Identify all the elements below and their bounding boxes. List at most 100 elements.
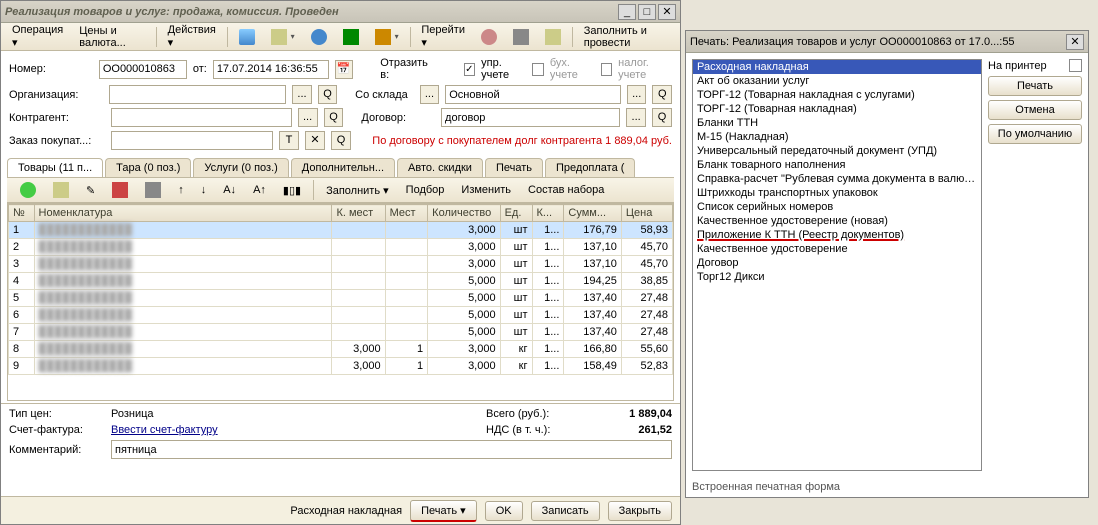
- org-select-icon[interactable]: ...: [292, 85, 312, 104]
- down-icon[interactable]: ↓: [194, 181, 214, 199]
- order-x-icon[interactable]: ✕: [305, 131, 325, 150]
- basis-icon[interactable]: [368, 26, 406, 48]
- print-form-item[interactable]: Качественное удостоверение: [693, 242, 981, 256]
- invoice-link[interactable]: Ввести счет-фактуру: [111, 424, 218, 436]
- print-form-item[interactable]: Торг12 Дикси: [693, 270, 981, 284]
- counterparty-select-icon[interactable]: ...: [298, 108, 318, 127]
- copy-row-icon[interactable]: [46, 179, 76, 201]
- print-form-item[interactable]: Договор: [693, 256, 981, 270]
- tab-goods[interactable]: Товары (11 п...: [7, 158, 103, 177]
- actions-menu[interactable]: Действия ▾: [161, 21, 223, 52]
- dlg-print-button[interactable]: Печать: [988, 76, 1082, 96]
- col-header[interactable]: Цена: [621, 205, 672, 222]
- tab-print[interactable]: Печать: [485, 158, 543, 177]
- settings-icon[interactable]: [138, 179, 168, 201]
- print-forms-list[interactable]: Расходная накладнаяАкт об оказании услуг…: [692, 59, 982, 471]
- org-field[interactable]: [109, 85, 287, 104]
- table-row[interactable]: 7████████████5,000шт1...137,4027,48: [9, 324, 673, 341]
- warehouse-field[interactable]: [445, 85, 621, 104]
- table-row[interactable]: 9████████████3,00013,000кг1...158,4952,8…: [9, 358, 673, 375]
- date-field[interactable]: [213, 60, 329, 79]
- col-header[interactable]: Ед.: [500, 205, 532, 222]
- grid-edit-button[interactable]: Изменить: [454, 181, 518, 199]
- org-open-icon[interactable]: Q: [318, 85, 338, 104]
- contract-field[interactable]: [441, 108, 620, 127]
- print-form-item[interactable]: М-15 (Накладная): [693, 130, 981, 144]
- grid-select-button[interactable]: Подбор: [399, 181, 452, 199]
- footer-rn-link[interactable]: Расходная накладная: [290, 505, 402, 517]
- copy-icon[interactable]: [264, 26, 302, 48]
- print-close-icon[interactable]: ✕: [1066, 34, 1084, 50]
- col-header[interactable]: №: [9, 205, 35, 222]
- table-row[interactable]: 5████████████5,000шт1...137,4027,48: [9, 290, 673, 307]
- help-icon[interactable]: [474, 26, 504, 48]
- dlg-cancel-button[interactable]: Отмена: [988, 100, 1082, 120]
- order-t-icon[interactable]: T: [279, 131, 299, 150]
- table-row[interactable]: 4████████████5,000шт1...194,2538,85: [9, 273, 673, 290]
- ok-button[interactable]: OK: [485, 501, 523, 521]
- print-form-item[interactable]: Бланки ТТН: [693, 116, 981, 130]
- tab-prepay[interactable]: Предоплата (: [545, 158, 635, 177]
- print-form-item[interactable]: ТОРГ-12 (Товарная накладная): [693, 102, 981, 116]
- number-field[interactable]: [99, 60, 187, 79]
- table-row[interactable]: 2████████████3,000шт1...137,1045,70: [9, 239, 673, 256]
- close-icon[interactable]: ✕: [658, 4, 676, 20]
- operation-menu[interactable]: Операция ▾: [5, 21, 70, 52]
- new-doc-icon[interactable]: [232, 26, 262, 48]
- tab-services[interactable]: Услуги (0 поз.): [193, 158, 288, 177]
- table-row[interactable]: 8████████████3,00013,000кг1...166,8055,6…: [9, 341, 673, 358]
- order-field[interactable]: [111, 131, 273, 150]
- contract-open-icon[interactable]: Q: [652, 108, 672, 127]
- stock-ellipsis-icon[interactable]: ...: [420, 85, 440, 104]
- print-form-item[interactable]: Приложение К ТТН (Реестр документов): [693, 228, 981, 242]
- print-form-item[interactable]: Бланк товарного наполнения: [693, 158, 981, 172]
- print-form-item[interactable]: Штрихкоды транспортных упаковок: [693, 186, 981, 200]
- dlg-default-button[interactable]: По умолчанию: [988, 124, 1082, 144]
- calendar-icon[interactable]: 📅: [335, 60, 353, 79]
- edit-row-icon[interactable]: ✎: [79, 181, 102, 200]
- table-row[interactable]: 3████████████3,000шт1...137,1045,70: [9, 256, 673, 273]
- warehouse-open-icon[interactable]: Q: [652, 85, 672, 104]
- sort-asc-icon[interactable]: A↓: [216, 181, 243, 199]
- col-header[interactable]: Мест: [385, 205, 428, 222]
- to-printer-checkbox[interactable]: [1069, 59, 1082, 72]
- goto-menu[interactable]: Перейти ▾: [414, 21, 472, 52]
- warehouse-select-icon[interactable]: ...: [627, 85, 647, 104]
- col-header[interactable]: К...: [532, 205, 564, 222]
- struct-icon[interactable]: [506, 26, 536, 48]
- save-button[interactable]: Записать: [531, 501, 600, 521]
- table-row[interactable]: 6████████████5,000шт1...137,4027,48: [9, 307, 673, 324]
- nal-checkbox[interactable]: [601, 63, 613, 76]
- comment-field[interactable]: [111, 440, 672, 459]
- sort-desc-icon[interactable]: A↑: [246, 181, 273, 199]
- buh-checkbox[interactable]: [532, 63, 544, 76]
- print-form-item[interactable]: Качественное удостоверение (новая): [693, 214, 981, 228]
- tab-tare[interactable]: Тара (0 поз.): [105, 158, 191, 177]
- minimize-icon[interactable]: _: [618, 4, 636, 20]
- grid[interactable]: №НоменклатураК. местМестКоличествоЕд.К..…: [7, 203, 674, 401]
- print-form-item[interactable]: Универсальный передаточный документ (УПД…: [693, 144, 981, 158]
- col-header[interactable]: Номенклатура: [34, 205, 332, 222]
- grid-fill-menu[interactable]: Заполнить ▾: [319, 181, 396, 200]
- delete-row-icon[interactable]: [105, 179, 135, 201]
- print-form-item[interactable]: Акт об оказании услуг: [693, 74, 981, 88]
- print-button[interactable]: Печать ▾: [410, 500, 477, 522]
- post-icon[interactable]: [304, 26, 334, 48]
- print-form-item[interactable]: Справка-расчет "Рублевая сумма документа…: [693, 172, 981, 186]
- print-form-item[interactable]: ТОРГ-12 (Товарная накладная с услугами): [693, 88, 981, 102]
- grid-composition-button[interactable]: Состав набора: [521, 181, 611, 199]
- col-header[interactable]: Сумм...: [564, 205, 621, 222]
- up-icon[interactable]: ↑: [171, 181, 191, 199]
- counterparty-field[interactable]: [111, 108, 292, 127]
- table-row[interactable]: 1████████████3,000шт1...176,7958,93: [9, 222, 673, 239]
- upr-checkbox[interactable]: ✓: [464, 63, 476, 76]
- counterparty-open-icon[interactable]: Q: [324, 108, 344, 127]
- col-header[interactable]: К. мест: [332, 205, 385, 222]
- unpost-icon[interactable]: [336, 26, 366, 48]
- tab-extra[interactable]: Дополнительн...: [291, 158, 395, 177]
- tree-icon[interactable]: [538, 26, 568, 48]
- tab-discounts[interactable]: Авто. скидки: [397, 158, 483, 177]
- close-button[interactable]: Закрыть: [608, 501, 672, 521]
- barcode-icon[interactable]: ▮▯▮: [276, 181, 308, 200]
- col-header[interactable]: Количество: [428, 205, 500, 222]
